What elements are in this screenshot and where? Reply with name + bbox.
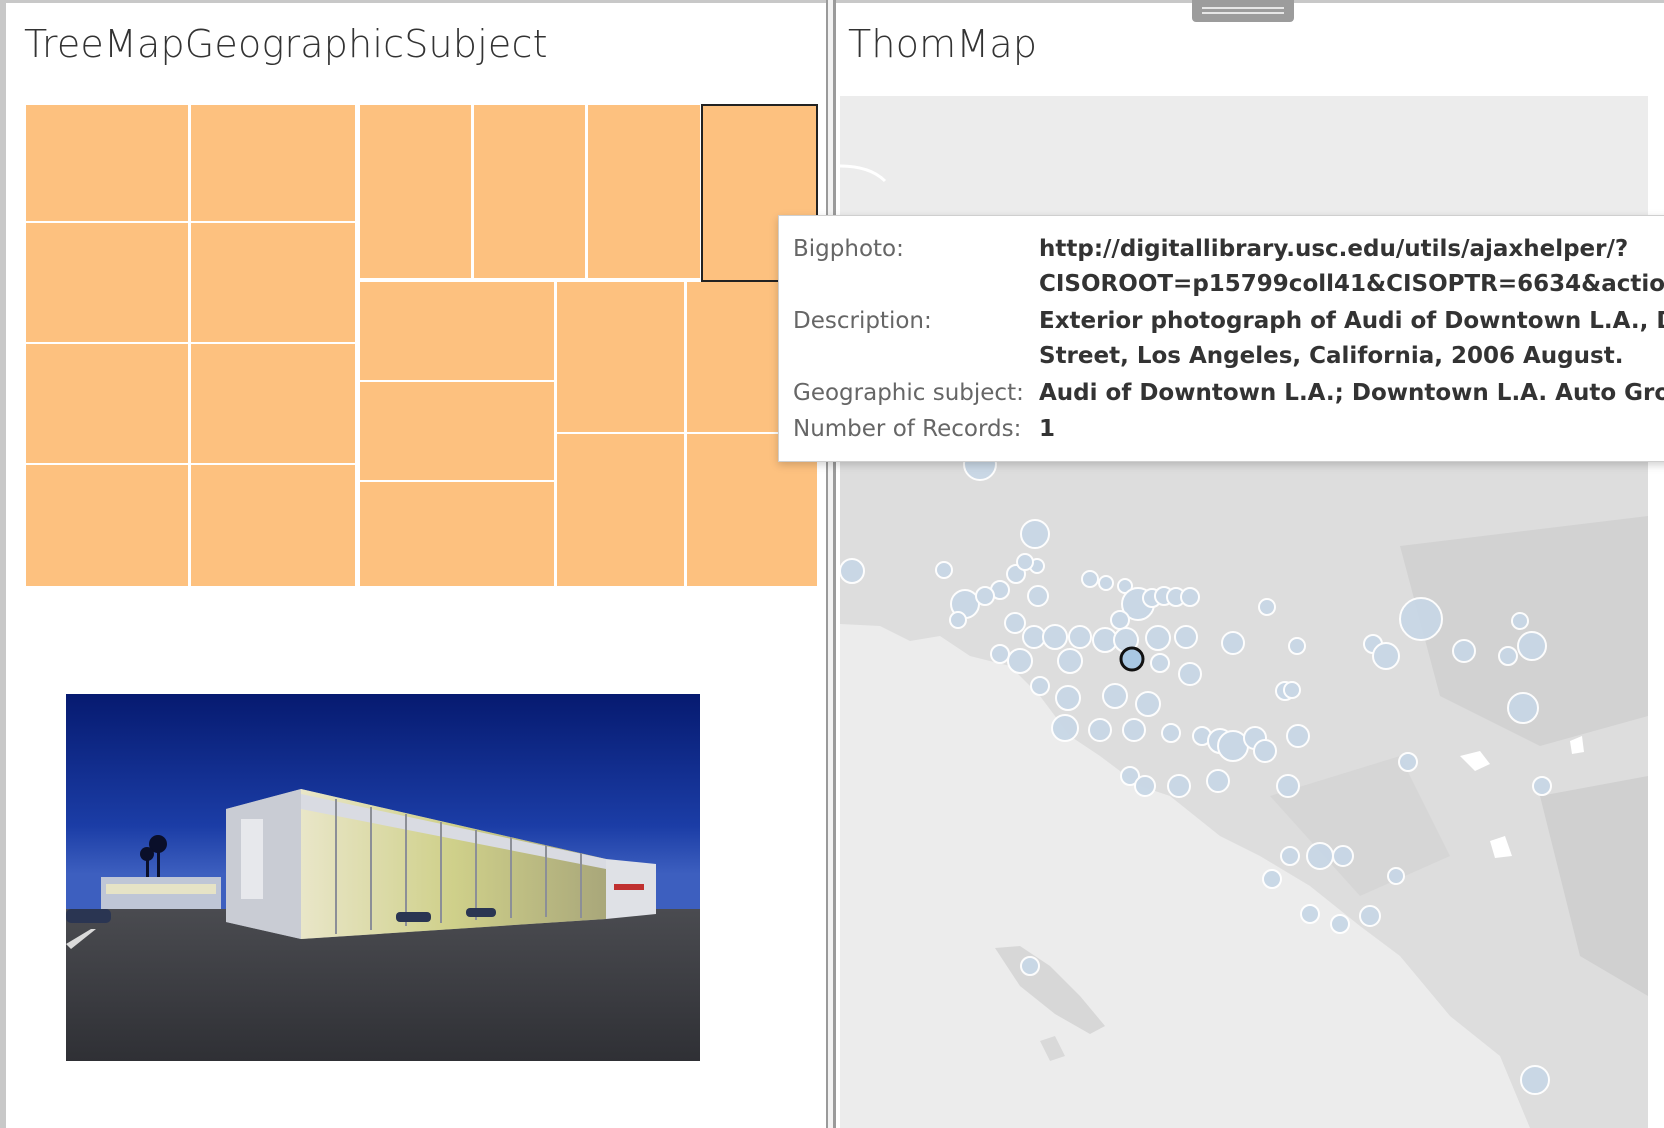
- tooltip-value-description-line2: Street, Los Angeles, California, 2006 Au…: [1039, 343, 1624, 369]
- treemap-tile[interactable]: [360, 482, 555, 586]
- tooltip-label-number-of-records: Number of Records:: [793, 416, 1022, 442]
- treemap-tile[interactable]: [360, 382, 555, 482]
- treemap-chart: [26, 104, 818, 586]
- tooltip-label-geographic-subject: Geographic subject:: [793, 380, 1024, 406]
- tooltip-value-number-of-records: 1: [1039, 416, 1056, 442]
- selected-map-bubble[interactable]: [1119, 646, 1145, 672]
- treemap-tile[interactable]: [190, 105, 357, 223]
- pane-divider[interactable]: [826, 0, 836, 1128]
- treemap-tile[interactable]: [190, 344, 357, 465]
- sheet-title-map: ThomMap: [848, 22, 1038, 66]
- treemap-tile[interactable]: [26, 105, 189, 223]
- treemap-tile[interactable]: [556, 434, 685, 586]
- tooltip-label-bigphoto: Bigphoto:: [793, 236, 904, 262]
- dealership-photo: [66, 694, 700, 1061]
- treemap-tile[interactable]: [26, 465, 189, 586]
- treemap-tile[interactable]: [360, 282, 555, 382]
- map-tooltip: Bigphoto: http://digitallibrary.usc.edu/…: [778, 215, 1664, 462]
- tooltip-value-geographic-subject: Audi of Downtown L.A.; Downtown L.A. Aut…: [1039, 380, 1664, 406]
- treemap-tile[interactable]: [190, 223, 357, 344]
- sheet-title-treemap: TreeMapGeographicSubject: [24, 22, 548, 66]
- treemap-tile[interactable]: [26, 344, 189, 465]
- tooltip-label-description: Description:: [793, 308, 932, 334]
- tooltip-value-bigphoto-line2: CISOROOT=p15799coll41&CISOPTR=6634&actio…: [1039, 271, 1664, 297]
- treemap-tile[interactable]: [360, 105, 472, 280]
- treemap-tile[interactable]: [556, 282, 685, 434]
- dealership-photo-image: [66, 694, 700, 1061]
- treemap-tile[interactable]: [190, 465, 357, 586]
- tooltip-value-description-line1: Exterior photograph of Audi of Downtown …: [1039, 308, 1664, 334]
- treemap-tile[interactable]: [587, 105, 701, 280]
- treemap-tile[interactable]: [473, 105, 586, 280]
- treemap-tile[interactable]: [26, 223, 189, 344]
- tooltip-value-bigphoto-line1: http://digitallibrary.usc.edu/utils/ajax…: [1039, 236, 1629, 262]
